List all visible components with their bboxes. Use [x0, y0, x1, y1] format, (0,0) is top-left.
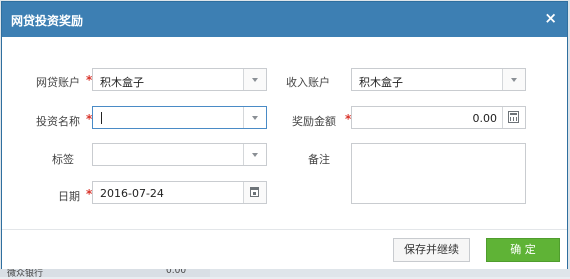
reward-amount-label: 奖励金额 — [292, 115, 336, 128]
chevron-down-icon — [511, 78, 517, 82]
dialog-footer: 保存并继续 确 定 — [2, 229, 567, 269]
investment-name-select[interactable] — [92, 106, 267, 129]
calculator-button[interactable] — [502, 107, 525, 128]
note-label: 备注 — [308, 153, 330, 166]
reward-amount-input[interactable]: 0.00 — [351, 106, 526, 129]
chevron-down-icon — [252, 78, 258, 82]
save-and-continue-button[interactable]: 保存并继续 — [393, 238, 470, 262]
reward-amount-value: 0.00 — [472, 112, 498, 125]
text-cursor — [101, 112, 102, 124]
close-icon[interactable]: × — [544, 10, 557, 26]
dialog-title-bar: 网贷投资奖励 × — [2, 2, 567, 37]
chevron-down-icon — [252, 116, 258, 120]
date-value: 2016-07-24 — [100, 187, 164, 200]
investment-reward-dialog: 网贷投资奖励 × 网贷账户 * 积木盒子 收入账户 积木盒子 投资名称 * 奖励… — [1, 1, 568, 269]
tag-dropdown-button[interactable] — [243, 144, 266, 165]
date-picker-button[interactable] — [243, 182, 266, 203]
tag-select[interactable] — [92, 143, 267, 166]
dialog-title: 网贷投资奖励 — [11, 14, 84, 28]
income-account-label: 收入账户 — [286, 76, 330, 89]
calendar-icon — [250, 187, 259, 197]
income-account-value: 积木盒子 — [359, 76, 403, 89]
chevron-down-icon — [252, 153, 258, 157]
confirm-button[interactable]: 确 定 — [486, 238, 560, 262]
date-input[interactable]: 2016-07-24 — [92, 181, 267, 204]
investment-name-dropdown-button[interactable] — [243, 107, 266, 128]
tag-label: 标签 — [52, 153, 74, 166]
loan-account-select[interactable]: 积木盒子 — [92, 68, 267, 91]
loan-account-label: 网贷账户 — [36, 76, 80, 89]
calculator-icon — [508, 111, 519, 123]
investment-name-label: 投资名称 — [36, 115, 80, 128]
loan-account-dropdown-button[interactable] — [243, 69, 266, 90]
date-label: 日期 — [58, 190, 80, 203]
note-textarea[interactable] — [351, 143, 526, 204]
loan-account-value: 积木盒子 — [100, 76, 144, 89]
income-account-dropdown-button[interactable] — [502, 69, 525, 90]
income-account-select[interactable]: 积木盒子 — [351, 68, 526, 91]
